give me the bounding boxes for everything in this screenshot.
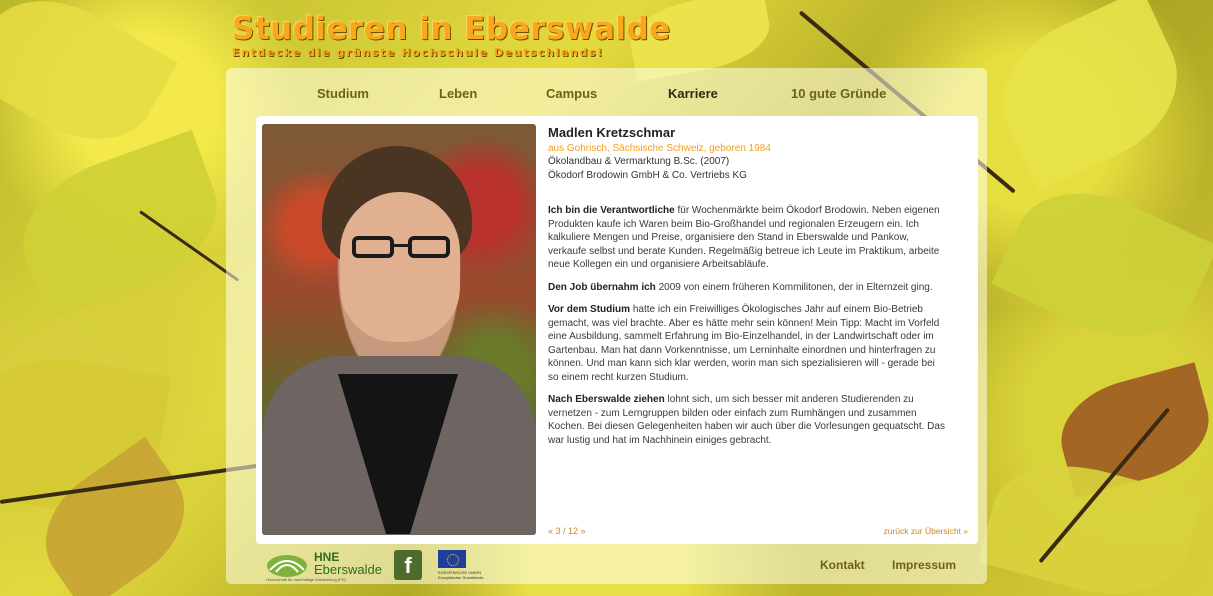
content-panel: Studium Leben Campus Karriere 10 gute Gr… — [226, 68, 987, 584]
eu-line2: Europäischer Sozialfonds — [438, 575, 484, 580]
hne-line2: Eberswalde — [314, 562, 382, 577]
hne-tree-icon — [267, 555, 307, 577]
profile-card: Madlen Kretzschmar aus Gohrisch, Sächsis… — [256, 116, 978, 544]
nav-leben[interactable]: Leben — [439, 86, 477, 101]
hne-tagline: Hochschule für nachhaltige Entwicklung (… — [266, 577, 346, 582]
paragraph-4: Nach Eberswalde ziehen lohnt sich, um si… — [548, 394, 945, 446]
profile-photo — [262, 124, 536, 535]
nav-karriere[interactable]: Karriere — [668, 86, 718, 101]
footer-link-impressum[interactable]: Impressum — [892, 558, 956, 572]
site-brand[interactable]: Studieren in Eberswalde Entdecke die grü… — [232, 12, 671, 59]
footer: HNE Eberswalde Hochschule für nachhaltig… — [226, 550, 987, 584]
eu-flag-icon — [438, 550, 466, 568]
paragraph-1: Ich bin die Verantwortliche für Wochenmä… — [548, 205, 940, 270]
paragraph-3: Vor dem Studium hatte ich ein Freiwillig… — [548, 304, 940, 383]
nav-studium[interactable]: Studium — [317, 86, 369, 101]
hne-logo[interactable]: HNE Eberswalde Hochschule für nachhaltig… — [266, 550, 386, 584]
nav-10-gute-gruende[interactable]: 10 gute Gründe — [791, 86, 886, 101]
profile-origin: aus Gohrisch, Sächsische Schweiz, gebore… — [548, 142, 771, 154]
main-nav: Studium Leben Campus Karriere 10 gute Gr… — [226, 68, 987, 114]
profile-employer: Ökodorf Brodowin GmbH & Co. Vertriebs KG — [548, 169, 747, 181]
facebook-icon[interactable]: f — [394, 550, 422, 580]
profile-degree: Ökolandbau & Vermarktung B.Sc. (2007) — [548, 156, 730, 167]
profile-name: Madlen Kretzschmar — [548, 125, 676, 140]
site-subtitle: Entdecke die grünste Hochschule Deutschl… — [232, 46, 604, 59]
paragraph-2: Den Job übernahm ich 2009 von einem früh… — [548, 281, 933, 293]
eu-logo: EUROPÄISCHE UNION Europäischer Sozialfon… — [438, 550, 498, 580]
back-to-overview-link[interactable]: zurück zur Übersicht » — [883, 526, 968, 536]
nav-campus[interactable]: Campus — [546, 86, 597, 101]
pager[interactable]: « 3 / 12 » — [548, 526, 586, 536]
footer-link-kontakt[interactable]: Kontakt — [820, 558, 865, 572]
site-title[interactable]: Studieren in Eberswalde — [232, 12, 671, 46]
profile-text: Madlen Kretzschmar aus Gohrisch, Sächsis… — [548, 126, 948, 456]
